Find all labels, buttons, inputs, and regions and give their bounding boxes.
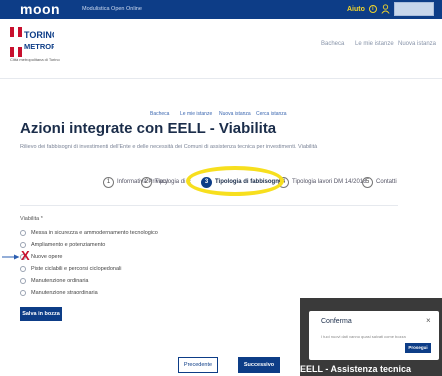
radio-manutenzione-ordinaria[interactable]: Manutenzione ordinaria bbox=[20, 276, 88, 285]
viabilita-label: Viabilita * bbox=[20, 216, 43, 222]
radio-label: Manutenzione straordinaria bbox=[31, 289, 98, 296]
radio-circle[interactable] bbox=[20, 241, 26, 248]
torino-metropoli-logo[interactable]: TORINO METROPOLI bbox=[10, 27, 54, 57]
next-button[interactable]: Successivo bbox=[238, 357, 280, 373]
subnav-le-mie-istanze[interactable]: Le mie istanze bbox=[180, 111, 212, 118]
radio-label: Messa in sicurezza e ammodernamento tecn… bbox=[31, 229, 158, 236]
header-nav-bacheca[interactable]: Bacheca bbox=[321, 40, 344, 48]
help-label: Aiuto bbox=[347, 6, 365, 13]
step-number: 2 bbox=[141, 176, 152, 188]
logo-caption: Città metropolitana di Torino bbox=[10, 57, 60, 62]
site-header bbox=[0, 19, 442, 79]
proceed-button[interactable]: Prosegui bbox=[405, 343, 431, 353]
page-title: Azioni integrate con EELL - Viabilita bbox=[20, 120, 277, 137]
page-subtitle: Rilievo dei fabbisogni di investimenti d… bbox=[20, 144, 318, 150]
radio-messa-in-sicurezza[interactable]: Messa in sicurezza e ammodernamento tecn… bbox=[20, 228, 158, 237]
radio-circle[interactable] bbox=[20, 289, 26, 296]
modal-title: Conferma bbox=[321, 318, 352, 325]
help-link[interactable]: Aiuto i bbox=[347, 5, 377, 14]
brand-logo[interactable]: moon bbox=[20, 1, 60, 18]
step-number: 1 bbox=[103, 176, 114, 188]
x-mark-icon: X bbox=[21, 248, 30, 263]
step-label: Contatti bbox=[376, 179, 397, 185]
user-icon[interactable] bbox=[381, 4, 390, 14]
step-number: 5 bbox=[362, 176, 373, 188]
header-nav-le-mie-istanze[interactable]: Le mie istanze bbox=[355, 40, 394, 48]
previous-button[interactable]: Precedente bbox=[178, 357, 218, 373]
radio-circle[interactable] bbox=[20, 229, 26, 236]
logo-text-metropoli: METROPOLI bbox=[24, 42, 54, 51]
radio-label: Nuove opere bbox=[31, 253, 63, 260]
radio-circle[interactable] bbox=[20, 277, 26, 284]
user-menu[interactable] bbox=[394, 2, 434, 16]
background-title: EELL - Assistenza tecnica bbox=[300, 364, 412, 374]
radio-piste-ciclabili[interactable]: Piste ciclabili e percorsi ciclopedonali bbox=[20, 264, 122, 273]
close-icon[interactable]: × bbox=[426, 316, 431, 325]
brand-subtitle: Modulistica Open Online bbox=[82, 6, 142, 12]
radio-manutenzione-straordinaria[interactable]: Manutenzione straordinaria bbox=[20, 288, 98, 297]
subnav-cerca-istanza[interactable]: Cerca istanza bbox=[256, 111, 287, 118]
top-bar: moon Modulistica Open Online Aiuto i bbox=[0, 0, 442, 19]
radio-label: Piste ciclabili e percorsi ciclopedonali bbox=[31, 265, 122, 272]
radio-ampliamento[interactable]: Ampliamento e potenziamento bbox=[20, 240, 105, 249]
confirm-modal: Conferma × I tuoi nuovi dati vanno quasi… bbox=[309, 311, 439, 360]
info-circle-icon: i bbox=[368, 5, 377, 14]
step-contatti[interactable]: 5 Contatti bbox=[362, 175, 397, 189]
radio-label: Manutenzione ordinaria bbox=[31, 277, 89, 284]
radio-label: Ampliamento e potenziamento bbox=[31, 241, 106, 248]
step-tipologia-lavori[interactable]: 4 Tipologia lavori DM 14/2018 bbox=[278, 175, 366, 189]
step-tipologia-ente[interactable]: 2 Tipologia di E bbox=[141, 175, 191, 189]
subnav-bacheca[interactable]: Bacheca bbox=[150, 111, 169, 118]
step-label: Tipologia lavori DM 14/2018 bbox=[292, 179, 367, 185]
save-draft-button[interactable]: Salva in bozza bbox=[20, 307, 62, 321]
modal-body: I tuoi nuovi dati vanno quasi salvati co… bbox=[321, 334, 406, 339]
subnav-nuova-istanza[interactable]: Nuova istanza bbox=[219, 111, 251, 118]
yellow-highlight-ellipse bbox=[186, 166, 284, 196]
radio-circle[interactable] bbox=[20, 265, 26, 272]
header-nav-nuova-istanza[interactable]: Nuova istanza bbox=[398, 40, 436, 48]
arrow-right-icon bbox=[2, 254, 20, 260]
logo-text-torino: TORINO bbox=[24, 30, 54, 40]
steps-divider bbox=[20, 205, 398, 206]
